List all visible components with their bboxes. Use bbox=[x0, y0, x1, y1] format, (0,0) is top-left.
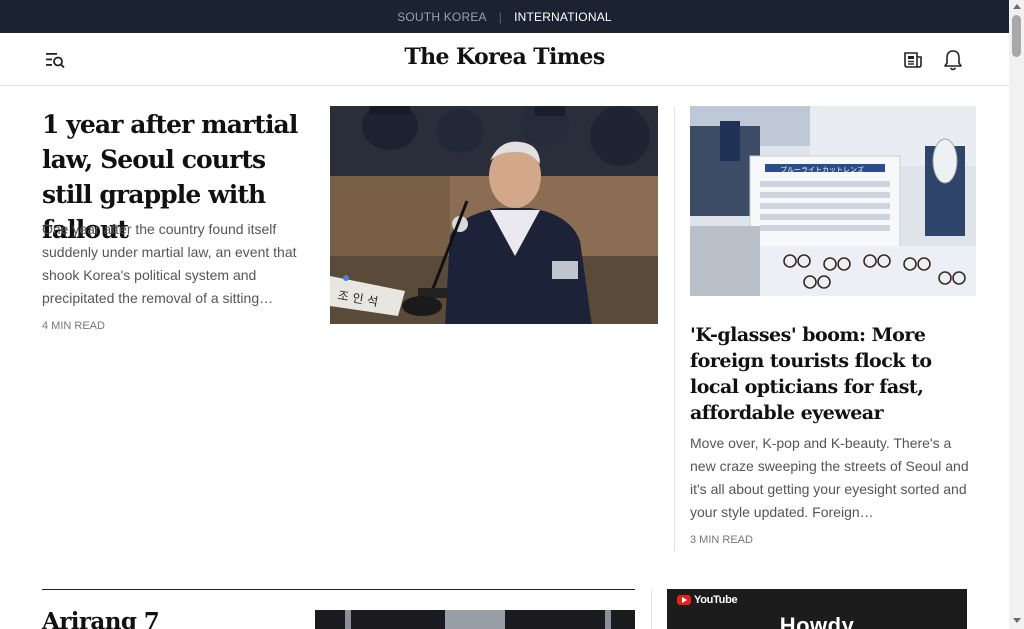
edition-separator: | bbox=[498, 9, 503, 24]
bell-icon[interactable] bbox=[942, 48, 964, 72]
newspaper-icon[interactable] bbox=[902, 49, 924, 71]
scroll-down-icon[interactable] bbox=[1013, 618, 1021, 623]
edition-international-link[interactable]: INTERNATIONAL bbox=[514, 10, 612, 24]
youtube-play-icon bbox=[677, 595, 691, 605]
edition-south-korea-link[interactable]: SOUTH KOREA bbox=[397, 10, 487, 24]
column-divider bbox=[674, 106, 675, 551]
scroll-up-icon[interactable] bbox=[1013, 4, 1021, 9]
video-headline: Howdy bbox=[779, 613, 855, 629]
lead-story-image[interactable]: 조 인 석 bbox=[330, 106, 658, 324]
youtube-badge: YouTube bbox=[677, 594, 738, 606]
video-card[interactable]: YouTube Howdy bbox=[667, 589, 967, 629]
scroll-thumb[interactable] bbox=[1012, 15, 1021, 57]
side-story-read-time: 3 MIN READ bbox=[690, 534, 753, 546]
edition-bar: SOUTH KOREA | INTERNATIONAL bbox=[0, 0, 1009, 33]
lead-story-summary[interactable]: One year after the country found itself … bbox=[42, 218, 307, 310]
youtube-label: YouTube bbox=[694, 594, 738, 606]
side-story-image[interactable]: ブルーライトカットレンズ bbox=[690, 106, 976, 296]
display-sign-text: ブルーライトカットレンズ bbox=[780, 165, 864, 174]
site-logo[interactable]: The Korea Times bbox=[0, 44, 1009, 70]
section-divider bbox=[42, 589, 635, 590]
column-divider bbox=[651, 589, 652, 629]
page-scrollbar[interactable] bbox=[1009, 0, 1024, 629]
next-story-image[interactable] bbox=[315, 610, 635, 629]
site-header: The Korea Times bbox=[0, 33, 1009, 86]
lead-story-read-time: 4 MIN READ bbox=[42, 320, 105, 332]
side-story-title[interactable]: 'K-glasses' boom: More foreign tourists … bbox=[690, 322, 980, 426]
side-story-summary[interactable]: Move over, K-pop and K-beauty. There's a… bbox=[690, 432, 970, 524]
next-story-title[interactable]: Arirang 7 bbox=[42, 608, 160, 629]
